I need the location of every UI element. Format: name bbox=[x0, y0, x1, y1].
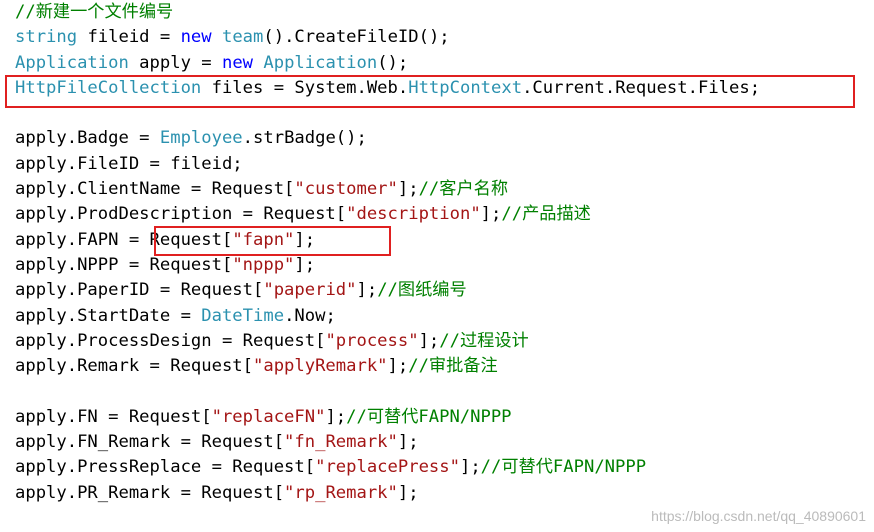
code-token-text: apply.Remark = Request[ bbox=[15, 356, 253, 377]
code-token-text: ]; bbox=[480, 204, 502, 225]
code-token-text: .Current.Request.Files; bbox=[522, 77, 761, 98]
code-token-string: "rp_Remark" bbox=[284, 482, 398, 503]
code-token-string: "fn_Remark" bbox=[284, 432, 398, 453]
code-token-text: apply.Badge = bbox=[15, 128, 160, 149]
code-token-type: HttpFileCollection bbox=[15, 77, 202, 98]
code-token-text: files = System.Web. bbox=[201, 77, 409, 98]
code-line: apply.FileID = fileid; bbox=[15, 152, 870, 177]
code-token-text: ]; bbox=[294, 254, 316, 275]
code-token-text: ]; bbox=[397, 482, 419, 503]
code-token-comment: //可替代FAPN/NPPP bbox=[480, 457, 647, 478]
code-line: apply.Badge = Employee.strBadge(); bbox=[15, 126, 870, 151]
code-token-comment: //可替代FAPN/NPPP bbox=[346, 406, 512, 427]
code-line: apply.PR_Remark = Request["rp_Remark"]; bbox=[15, 481, 870, 506]
code-token-type: HttpContext bbox=[408, 77, 523, 98]
code-line: apply.ProcessDesign = Request["process"]… bbox=[15, 329, 870, 354]
code-token-text: apply.ProcessDesign = Request[ bbox=[15, 330, 326, 351]
code-token-comment: //图纸编号 bbox=[377, 280, 467, 301]
code-token-type: string bbox=[15, 27, 78, 48]
code-token-string: "fapn" bbox=[232, 229, 295, 250]
code-token-comment: //审批备注 bbox=[408, 356, 498, 377]
code-token-text: fileid = bbox=[77, 27, 181, 48]
code-token-string: "customer" bbox=[294, 179, 398, 200]
code-token-text: apply.FN_Remark = Request[ bbox=[15, 432, 285, 453]
code-block: //新建一个文件编号 string fileid = new team().Cre… bbox=[15, 0, 870, 506]
code-token-text: apply.StartDate = bbox=[15, 305, 202, 326]
code-token-text: ]; bbox=[356, 280, 378, 301]
code-token-text: ]; bbox=[397, 432, 419, 453]
code-token-comment: //产品描述 bbox=[501, 204, 591, 225]
code-line: apply.StartDate = DateTime.Now; bbox=[15, 304, 870, 329]
code-token-string: "replaceFN" bbox=[211, 406, 326, 427]
code-token-comment: //新建一个文件编号 bbox=[15, 2, 174, 22]
code-line: apply.FN_Remark = Request["fn_Remark"]; bbox=[15, 430, 870, 455]
code-line: apply.ProdDescription = Request["descrip… bbox=[15, 202, 870, 227]
code-token-text: apply.PressReplace = Request[ bbox=[15, 457, 316, 478]
code-token-comment: //过程设计 bbox=[439, 330, 529, 351]
code-line: apply.NPPP = Request["nppp"]; bbox=[15, 253, 870, 278]
code-line: string fileid = new team().CreateFileID(… bbox=[15, 25, 870, 50]
code-token-text: (); bbox=[377, 52, 409, 73]
code-line: apply.FAPN = Request["fapn"]; bbox=[15, 228, 870, 253]
code-token-string: "description" bbox=[346, 204, 481, 225]
code-token-type: Application bbox=[15, 52, 129, 73]
code-token-text: ]; bbox=[294, 229, 316, 250]
code-token-text: ]; bbox=[397, 179, 419, 200]
code-token-type: DateTime bbox=[201, 305, 285, 326]
code-token-string: "paperid" bbox=[263, 280, 357, 301]
code-line: HttpFileCollection files = System.Web.Ht… bbox=[15, 76, 870, 101]
code-line: apply.PaperID = Request["paperid"];//图纸编… bbox=[15, 278, 870, 303]
code-line: apply.FN = Request["replaceFN"];//可替代FAP… bbox=[15, 405, 870, 430]
code-line: apply.Remark = Request["applyRemark"];//… bbox=[15, 354, 870, 379]
code-token-text: .Now; bbox=[284, 305, 336, 326]
code-token-text: apply.FAPN = Request[ bbox=[15, 229, 233, 250]
code-token-text: ]; bbox=[387, 356, 409, 377]
code-token-type: Application bbox=[263, 52, 378, 73]
code-token-text: ().CreateFileID(); bbox=[263, 27, 450, 48]
code-token-text: apply.NPPP = Request[ bbox=[15, 254, 233, 275]
code-line: apply.ClientName = Request["customer"];/… bbox=[15, 177, 870, 202]
watermark: https://blog.csdn.net/qq_40890601 bbox=[651, 508, 866, 524]
code-token-text: apply.FN = Request[ bbox=[15, 406, 212, 427]
code-token-text: ]; bbox=[325, 406, 347, 427]
code-line: apply.PressReplace = Request["replacePre… bbox=[15, 455, 870, 480]
code-token-string: "process" bbox=[325, 330, 419, 351]
code-token-text: apply.ProdDescription = Request[ bbox=[15, 204, 347, 225]
code-token-text: apply.PaperID = Request[ bbox=[15, 280, 264, 301]
code-token-type: team bbox=[221, 27, 264, 48]
code-token-text: .strBadge(); bbox=[242, 128, 367, 149]
code-token-text: apply.FileID = fileid; bbox=[15, 153, 243, 174]
code-line: Application apply = new Application(); bbox=[15, 51, 870, 76]
code-token-comment: //客户名称 bbox=[418, 179, 509, 200]
code-token-string: "replacePress" bbox=[315, 457, 460, 478]
code-line: //新建一个文件编号 bbox=[15, 0, 870, 25]
code-token-type: Employee bbox=[159, 128, 243, 149]
code-token-text: ]; bbox=[459, 457, 481, 478]
code-token-text: apply.ClientName = Request[ bbox=[15, 179, 295, 200]
code-token-text: apply = bbox=[128, 52, 222, 73]
code-token-keyword: new bbox=[180, 27, 212, 48]
code-token-string: "nppp" bbox=[232, 254, 295, 275]
code-token-keyword: new bbox=[221, 52, 254, 73]
code-token-text: ]; bbox=[418, 330, 440, 351]
code-token-string: "applyRemark" bbox=[253, 356, 388, 377]
code-token-text: apply.PR_Remark = Request[ bbox=[15, 482, 285, 503]
